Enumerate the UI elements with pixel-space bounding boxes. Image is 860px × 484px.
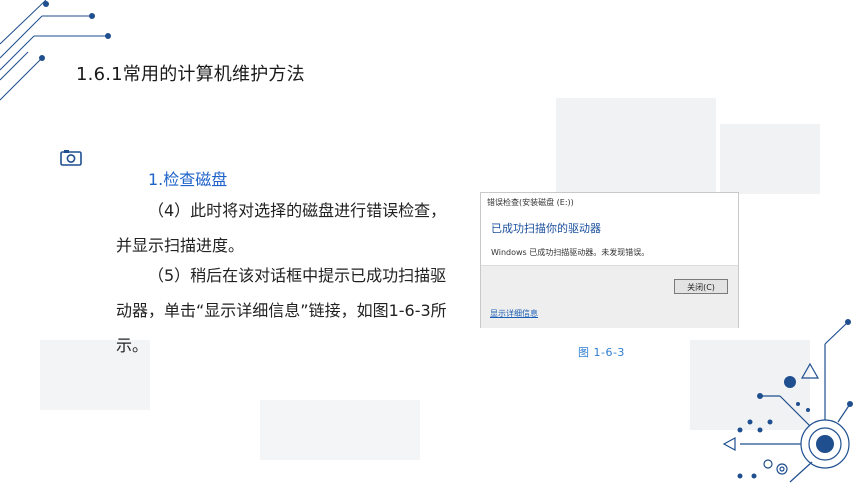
section-heading: 1.检查磁盘 [148,170,228,189]
paragraph-step-5: （5）稍后在该对话框中提示已成功扫描驱动器，单击“显示详细信息”链接，如图1-6… [116,266,447,355]
dialog-heading: 已成功扫描你的驱动器 [491,222,601,235]
paragraph-step-4: （4）此时将对选择的磁盘进行错误检查，并显示扫描进度。 [116,201,447,255]
dialog-footer: 关闭(C) 显示详细信息 [481,265,738,328]
circuit-decoration-icon [722,319,853,483]
dialog-message: Windows 已成功扫描驱动器。未发现错误。 [491,248,650,257]
background-tile [260,400,420,460]
background-tile [720,124,820,194]
error-check-dialog: 错误检查(安装磁盘 (E:)) 已成功扫描你的驱动器 Windows 已成功扫描… [480,192,739,328]
show-details-link[interactable]: 显示详细信息 [490,308,538,319]
circuit-lines-decoration [0,0,111,101]
dialog-title: 错误检查(安装磁盘 (E:)) [487,198,574,207]
figure-caption: 图 1-6-3 [578,346,625,359]
page-title: 1.6.1常用的计算机维护方法 [76,64,305,85]
close-button[interactable]: 关闭(C) [674,279,728,294]
camera-icon [60,150,82,166]
